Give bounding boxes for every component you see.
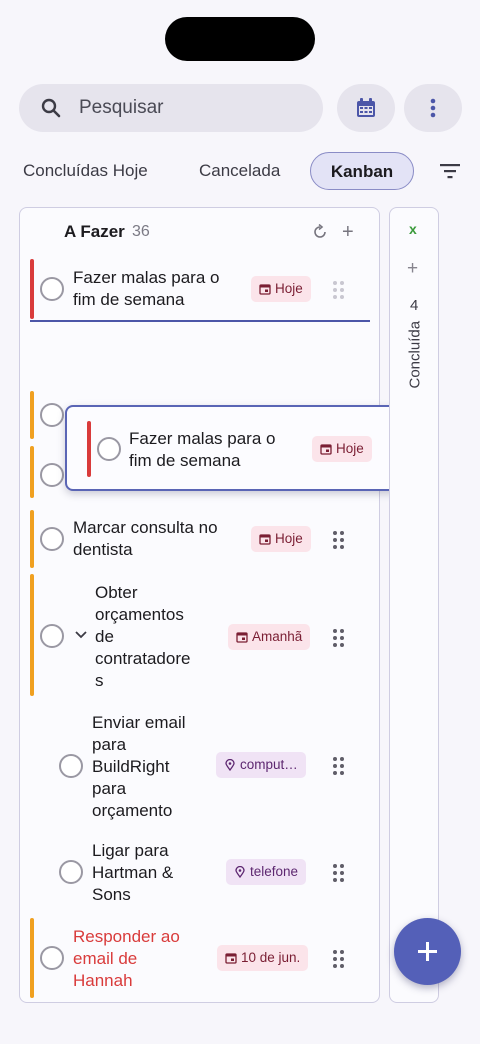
view-tabs: Concluídas Hoje Cancelada Kanban [0,152,480,190]
task-title: Obter orçamentos de contratadore s [95,583,191,690]
task-checkbox[interactable] [40,527,64,551]
column-count: 36 [132,223,150,240]
task-title: Enviar email para BuildRight para orçame… [92,713,186,820]
tab-concluidas-hoje[interactable]: Concluídas Hoje [23,152,148,190]
add-task-icon[interactable]: + [342,221,354,244]
drag-handle[interactable] [333,281,345,299]
more-vert-icon [430,98,436,118]
drag-handle[interactable] [333,864,345,882]
due-date-badge: Amanhã [228,624,311,650]
due-date-badge: Hoje [312,436,372,462]
dragging-task-card[interactable]: Fazer malas para o fim de semana Hoje [65,405,398,491]
filter-icon[interactable] [438,160,462,182]
priority-bar [87,421,91,477]
column-title: A Fazer [64,222,125,241]
location-badge: comput… [216,752,306,778]
excel-icon[interactable]: x [409,221,417,237]
task-checkbox[interactable] [59,860,83,884]
tab-cancelada[interactable]: Cancelada [199,152,280,190]
drag-handle[interactable] [333,629,345,647]
refresh-icon[interactable] [312,224,328,240]
search-input[interactable]: Pesquisar [19,84,323,132]
location-icon [225,759,235,771]
kanban-column-concluida[interactable]: x + 4 Concluída [389,207,439,1003]
priority-bar [30,918,34,998]
task-title: Marcar consulta no dentista [73,518,218,559]
drag-handle[interactable] [333,950,345,968]
chevron-down-icon[interactable] [75,630,87,640]
calendar-icon [236,632,248,643]
search-placeholder: Pesquisar [79,97,164,118]
calendar-icon [320,444,332,455]
location-icon [235,866,245,878]
calendar-icon [225,953,237,964]
calendar-icon [259,284,271,295]
task-checkbox[interactable] [40,277,64,301]
add-task-fab[interactable] [394,918,461,985]
location-badge: telefone [226,859,307,885]
camera-notch [165,17,315,61]
task-title: Ligar para Hartman & Sons [92,841,174,904]
drag-handle[interactable] [333,757,345,775]
drop-indicator [30,320,370,322]
task-item[interactable]: Obter orçamentos de contratadore s Amanh… [20,574,379,696]
tab-kanban[interactable]: Kanban [310,152,414,190]
subtask-item[interactable]: Enviar email para BuildRight para orçame… [20,710,379,822]
task-checkbox[interactable] [59,754,83,778]
calendar-icon [357,98,375,117]
search-icon [41,98,61,118]
task-title: Fazer malas para o fim de semana [129,429,276,470]
task-item[interactable]: Marcar consulta no dentista Hoje [20,510,379,568]
drag-handle[interactable] [333,531,345,549]
add-task-icon[interactable]: + [407,258,418,280]
priority-bar [30,574,34,696]
task-checkbox[interactable] [40,624,64,648]
calendar-icon [259,534,271,545]
kanban-column-a-fazer: A Fazer 36 + Fazer malas para o fim de s… [19,207,380,1003]
subtask-item[interactable]: Ligar para Hartman & Sons telefone [20,840,379,910]
due-date-badge: Hoje [251,526,311,552]
task-item[interactable]: Responder ao email de Hannah 10 de jun. [20,918,379,998]
priority-bar [30,446,34,498]
due-date-badge: Hoje [251,276,311,302]
task-checkbox[interactable] [40,946,64,970]
column-title: Concluída [406,320,424,389]
plus-icon-v [426,942,429,961]
priority-bar [30,391,34,439]
task-item[interactable]: Fazer malas para o fim de semana Hoje [20,259,379,321]
priority-bar [30,259,34,319]
calendar-button[interactable] [337,84,395,132]
priority-bar [30,510,34,568]
task-checkbox[interactable] [97,437,121,461]
task-title-overdue: Responder ao email de Hannah [73,927,180,990]
task-title: Fazer malas para o fim de semana [73,268,220,309]
more-options-button[interactable] [404,84,462,132]
task-checkbox[interactable] [40,403,64,427]
task-checkbox[interactable] [40,463,64,487]
due-date-badge: 10 de jun. [217,945,309,971]
column-count: 4 [410,297,419,314]
